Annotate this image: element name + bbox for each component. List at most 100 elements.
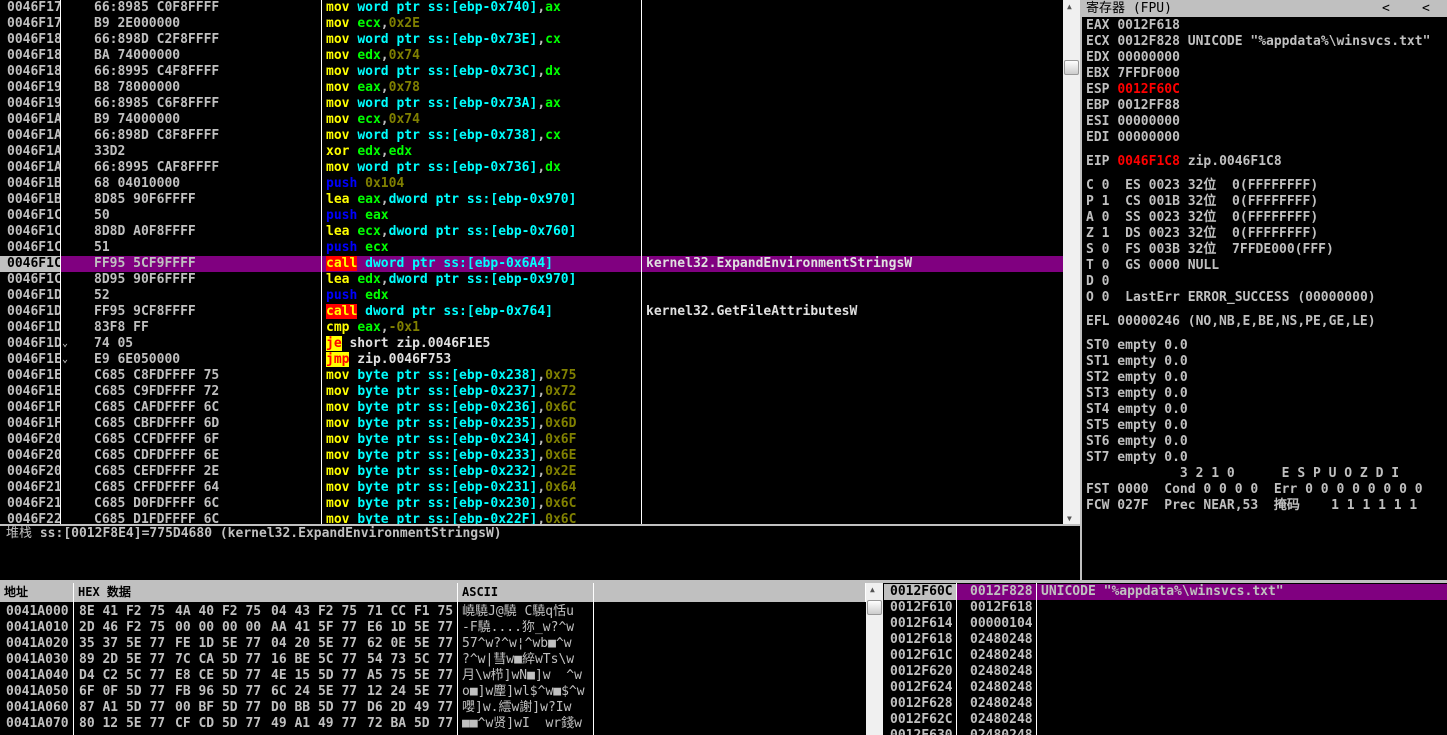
dump-hex-group[interactable]: 89 2D 5E 77 [79, 652, 171, 668]
flag-value[interactable]: A 0 [1086, 210, 1125, 225]
dump-hex-group[interactable]: 12 24 5E 77 [367, 684, 459, 700]
hex-dump-pane[interactable]: 地址 HEX 数据 ASCII 0041A000 8E 41 F2 75 4A 40… [0, 583, 866, 735]
row-address[interactable]: 0046F1E5 [0, 368, 60, 384]
stack-value[interactable]: 02480248 [970, 680, 1036, 696]
disasm-row[interactable]: 0046F1DE⌄ 74 05 je short zip.0046F1E5 [0, 336, 1063, 352]
stack-address[interactable]: 0012F624 [884, 680, 956, 696]
dump-address[interactable]: 0041A000 [0, 604, 73, 620]
row-address[interactable]: 0046F17C [0, 16, 60, 32]
dump-hex-group[interactable]: 4A 40 F2 75 [175, 604, 267, 620]
dump-header-ascii[interactable]: ASCII [458, 583, 594, 602]
disasm-row[interactable]: 0046F1C7 51 push ecx [0, 240, 1063, 256]
row-address[interactable]: 0046F1A5 [0, 128, 60, 144]
register-value[interactable]: 00000000 [1117, 130, 1180, 145]
fpu-value[interactable]: ST7 empty 0.0 [1086, 450, 1188, 465]
register-value[interactable]: 7FFDF000 [1117, 66, 1180, 81]
row-address[interactable]: 0046F1A0 [0, 112, 60, 128]
stack-address[interactable]: 0012F630 [884, 728, 956, 735]
scrollbar-thumb[interactable] [1064, 60, 1079, 75]
stack-pane[interactable]: 0012F60C 0012F828 UNICODE "%appdata%\winsv… [884, 583, 1447, 735]
disasm-row[interactable]: 0046F208 C685 CDFDFFFF 6E mov byte ptr ss:… [0, 448, 1063, 464]
register-value[interactable]: 0046F1C8 [1117, 154, 1180, 169]
stack-address[interactable]: 0012F60C [884, 584, 956, 600]
stack-value[interactable]: 02480248 [970, 696, 1036, 712]
dump-hex-group[interactable]: 00 BF 5D 77 [175, 700, 267, 716]
fpu-value[interactable]: ST6 empty 0.0 [1086, 434, 1188, 449]
disasm-row[interactable]: 0046F201 C685 CCFDFFFF 6F mov byte ptr ss:… [0, 432, 1063, 448]
register-value[interactable]: 0012F60C [1117, 82, 1180, 97]
dump-ascii[interactable]: 嚶]w.繧w謝]w?Iw [462, 700, 593, 716]
dump-address[interactable]: 0041A050 [0, 684, 73, 700]
dump-ascii[interactable]: 57^w?^w¦^wb■^w [462, 636, 593, 652]
disasm-row[interactable]: 0046F1E5 C685 C8FDFFFF 75 mov byte ptr ss:… [0, 368, 1063, 384]
dump-hex-group[interactable]: E8 CE 5D 77 [175, 668, 267, 684]
dump-row[interactable]: 0041A050 6F 0F 5D 77 FB 96 5D 77 6C 24 5E 7… [0, 684, 866, 700]
flag-value[interactable]: D 0 [1086, 274, 1125, 289]
stack-value[interactable]: 02480248 [970, 632, 1036, 648]
dump-hex-group[interactable]: 4E 15 5D 77 [271, 668, 363, 684]
efl-value[interactable]: EFL 00000246 (NO,NB,E,BE,NS,PE,GE,LE) [1086, 314, 1376, 329]
row-address[interactable]: 0046F216 [0, 480, 60, 496]
register-value[interactable]: 00000000 [1117, 50, 1180, 65]
dump-hex-group[interactable]: 6C 24 5E 77 [271, 684, 363, 700]
dump-ascii[interactable]: o■]w麈]wl$^w■$^w [462, 684, 593, 700]
fpu-value[interactable]: ST2 empty 0.0 [1086, 370, 1188, 385]
dump-address[interactable]: 0041A020 [0, 636, 73, 652]
scroll-down-icon[interactable]: ▼ [1067, 514, 1072, 523]
stack-value[interactable]: 0012F618 [970, 600, 1036, 616]
dump-ascii[interactable]: -F驍....狝_w?^w [462, 620, 593, 636]
dump-row[interactable]: 0041A070 80 12 5E 77 CF CD 5D 77 49 A1 49 7… [0, 716, 866, 732]
dump-hex-group[interactable]: 04 20 5E 77 [271, 636, 363, 652]
stack-address[interactable]: 0012F61C [884, 648, 956, 664]
dump-hex-group[interactable]: A5 75 5E 77 [367, 668, 459, 684]
stack-row[interactable]: 0012F628 02480248 [884, 696, 1447, 712]
row-address[interactable]: 0046F188 [0, 48, 60, 64]
dump-address[interactable]: 0041A010 [0, 620, 73, 636]
disasm-row[interactable]: 0046F1D5 FF95 9CF8FFFF call dword ptr ss:[… [0, 304, 1063, 320]
row-address[interactable]: 0046F20F [0, 464, 60, 480]
disasm-row[interactable]: 0046F1C0 50 push eax [0, 208, 1063, 224]
dump-hex-group[interactable]: 87 A1 5D 77 [79, 700, 171, 716]
flag-value[interactable]: O 0 [1086, 290, 1125, 305]
stack-value[interactable]: 02480248 [970, 664, 1036, 680]
fst-value[interactable]: FST 0000 Cond 0 0 0 0 Err 0 0 0 0 0 0 0 … [1086, 482, 1423, 497]
row-address[interactable]: 0046F1CE [0, 272, 60, 288]
stack-address[interactable]: 0012F610 [884, 600, 956, 616]
register-value[interactable]: 0012F618 [1117, 18, 1180, 33]
disasm-row[interactable]: 0046F1AE 66:8995 CAF8FFFF mov word ptr ss:… [0, 160, 1063, 176]
stack-address[interactable]: 0012F62C [884, 712, 956, 728]
stack-row[interactable]: 0012F624 02480248 [884, 680, 1447, 696]
stack-address[interactable]: 0012F614 [884, 616, 956, 632]
disasm-row[interactable]: 0046F199 66:8985 C6F8FFFF mov word ptr ss:… [0, 96, 1063, 112]
disasm-row[interactable]: 0046F1B5 68 04010000 push 0x104 [0, 176, 1063, 192]
dump-hex-group[interactable]: 49 A1 49 77 [271, 716, 363, 732]
row-address[interactable]: 0046F1DE [0, 336, 60, 352]
row-address[interactable]: 0046F18D [0, 64, 60, 80]
row-address[interactable]: 0046F1EC [0, 384, 60, 400]
stack-row[interactable]: 0012F61C 02480248 [884, 648, 1447, 664]
disasm-row[interactable]: 0046F1DB 83F8 FF cmp eax,-0x1 [0, 320, 1063, 336]
stack-value[interactable]: 0012F828 [970, 584, 1036, 600]
row-address[interactable]: 0046F208 [0, 448, 60, 464]
flag-value[interactable]: S 0 [1086, 242, 1125, 257]
dump-row[interactable]: 0041A020 35 37 5E 77 FE 1D 5E 77 04 20 5E 7… [0, 636, 866, 652]
dump-hex-group[interactable]: D0 BB 5D 77 [271, 700, 363, 716]
fcw-value[interactable]: FCW 027F Prec NEAR,53 掩码 1 1 1 1 1 1 [1086, 498, 1417, 513]
register-value[interactable]: 0012FF88 [1117, 98, 1180, 113]
row-address[interactable]: 0046F199 [0, 96, 60, 112]
disasm-row[interactable]: 0046F1A0 B9 74000000 mov ecx,0x74 [0, 112, 1063, 128]
disasm-row[interactable]: 0046F1A5 66:898D C8F8FFFF mov word ptr ss:… [0, 128, 1063, 144]
fpu-value[interactable]: ST0 empty 0.0 [1086, 338, 1188, 353]
stack-row[interactable]: 0012F62C 02480248 [884, 712, 1447, 728]
row-address[interactable]: 0046F1D5 [0, 304, 60, 320]
dump-hex-group[interactable]: FE 1D 5E 77 [175, 636, 267, 652]
row-address[interactable]: 0046F1F3 [0, 400, 60, 416]
scroll-up-icon[interactable]: ▲ [870, 585, 875, 594]
fpu-value[interactable]: ST5 empty 0.0 [1086, 418, 1188, 433]
dump-scrollbar[interactable]: ▲ [866, 583, 883, 735]
flag-value[interactable]: Z 1 [1086, 226, 1125, 241]
row-address[interactable]: 0046F1C7 [0, 240, 60, 256]
scroll-up-icon[interactable]: ▲ [1067, 2, 1072, 11]
row-address[interactable]: 0046F1C8 [0, 256, 60, 272]
dump-ascii[interactable]: ?^w|彗w■綷wTs\w [462, 652, 593, 668]
